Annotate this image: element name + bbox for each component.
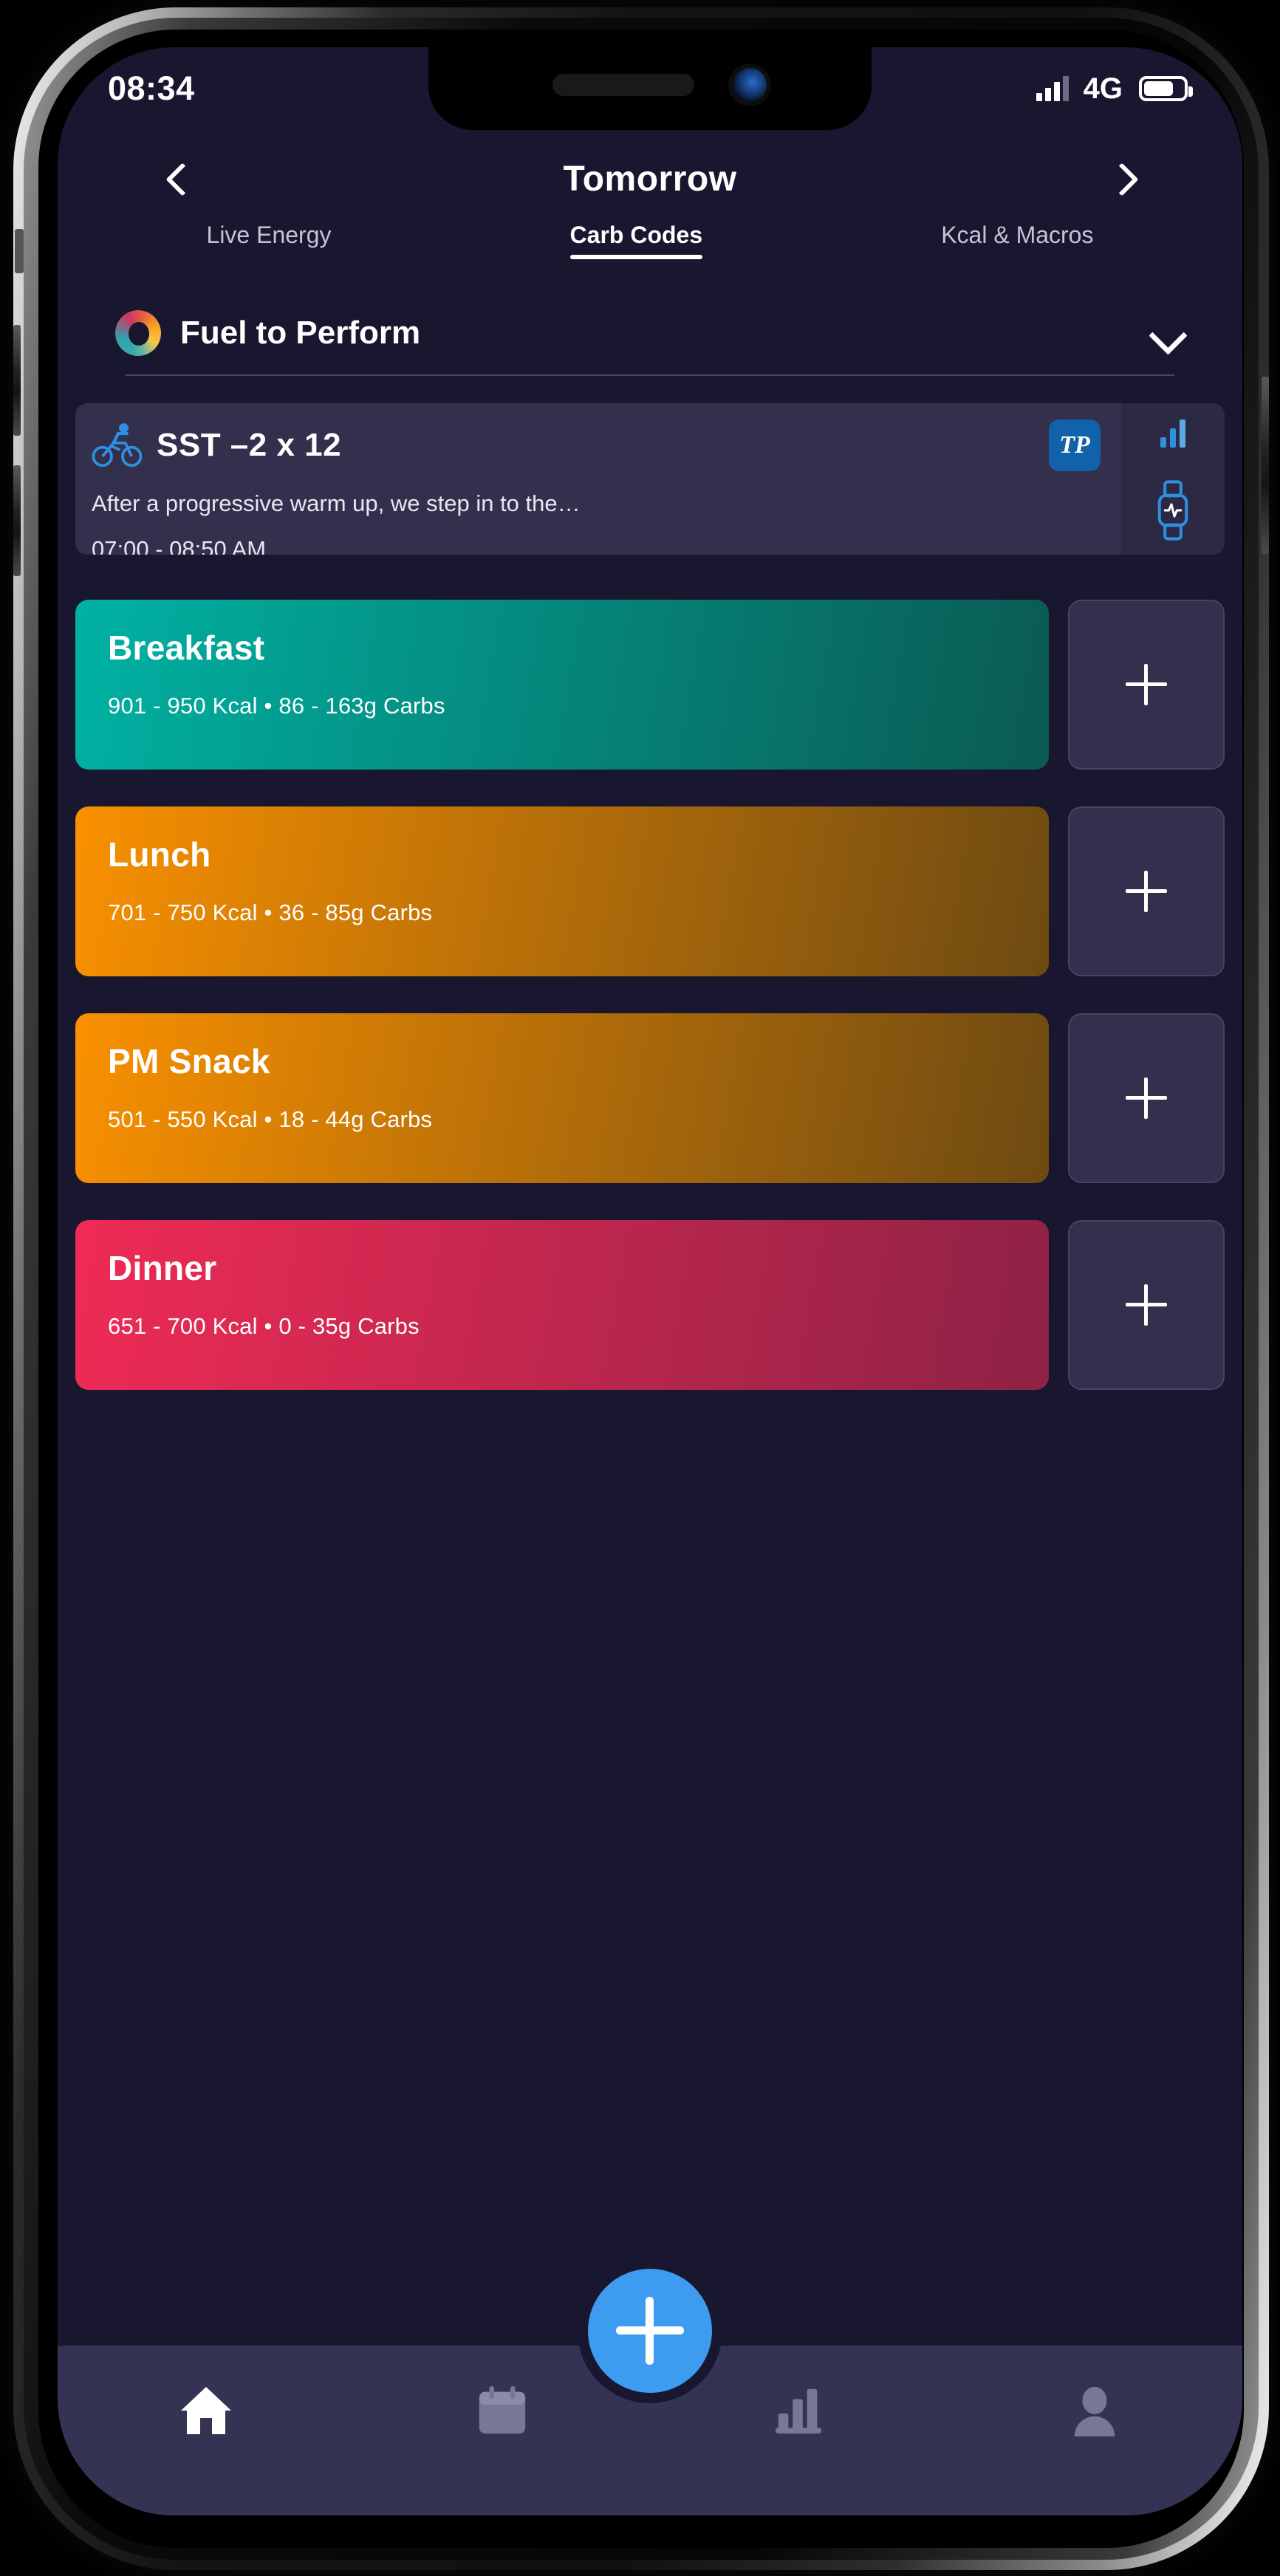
meal-stats: 501 - 550 Kcal • 18 - 44g Carbs: [108, 1106, 433, 1132]
workout-card[interactable]: SST –2 x 12 TP After a progressive warm …: [75, 403, 1225, 555]
add-breakfast-button[interactable]: [1068, 600, 1225, 770]
meal-stats: 651 - 700 Kcal • 0 - 35g Carbs: [108, 1313, 420, 1339]
training-peaks-badge[interactable]: TP: [1049, 419, 1101, 471]
bar-chart-icon[interactable]: [1160, 419, 1185, 448]
meal-card-pm-snack[interactable]: PM Snack 501 - 550 Kcal • 18 - 44g Carbs: [75, 1013, 1049, 1183]
cycling-icon: [92, 423, 143, 467]
home-icon: [180, 2387, 231, 2434]
nav-calendar[interactable]: [447, 2384, 558, 2437]
workout-title: SST –2 x 12: [157, 427, 342, 463]
date-navigation: Tomorrow: [58, 140, 1242, 217]
meal-stats: 701 - 750 Kcal • 36 - 85g Carbs: [108, 900, 433, 925]
phone-frame: 08:34 4G Tomorrow Live Energy Carb Codes…: [13, 7, 1269, 2570]
meal-row: Breakfast 901 - 950 Kcal • 86 - 163g Car…: [75, 600, 1225, 770]
workout-card-body: SST –2 x 12 TP After a progressive warm …: [75, 403, 1121, 555]
add-dinner-button[interactable]: [1068, 1220, 1225, 1390]
plus-icon: [616, 2297, 684, 2365]
meal-row: PM Snack 501 - 550 Kcal • 18 - 44g Carbs: [75, 1013, 1225, 1183]
tab-live-energy[interactable]: Live Energy: [207, 222, 332, 259]
nav-home[interactable]: [151, 2384, 261, 2437]
nav-profile[interactable]: [1039, 2384, 1150, 2437]
phone-screen: 08:34 4G Tomorrow Live Energy Carb Codes…: [58, 47, 1242, 2515]
meal-row: Lunch 701 - 750 Kcal • 36 - 85g Carbs: [75, 806, 1225, 976]
chevron-left-icon[interactable]: [165, 163, 196, 194]
volume-up-button[interactable]: [13, 325, 21, 436]
section-divider: [126, 374, 1174, 376]
volume-down-button[interactable]: [13, 465, 21, 576]
mute-switch-button[interactable]: [15, 229, 24, 273]
workout-card-actions: [1121, 403, 1225, 555]
plus-icon: [1126, 1284, 1167, 1326]
calendar-icon: [479, 2385, 525, 2434]
workout-header-row: SST –2 x 12 TP: [92, 419, 1101, 471]
profile-icon: [1074, 2386, 1115, 2437]
bar-chart-icon: [775, 2388, 821, 2434]
main-content: SST –2 x 12 TP After a progressive warm …: [58, 394, 1242, 2515]
earpiece-speaker-icon: [552, 74, 694, 96]
section-header[interactable]: Fuel to Perform: [58, 292, 1242, 374]
meal-row: Dinner 651 - 700 Kcal • 0 - 35g Carbs: [75, 1220, 1225, 1390]
nav-stats[interactable]: [743, 2384, 854, 2437]
battery-icon: [1139, 76, 1193, 101]
tab-bar: Live Energy Carb Codes Kcal & Macros: [58, 222, 1242, 281]
status-indicators: 4G: [1036, 72, 1193, 106]
front-camera-icon: [733, 68, 767, 102]
meal-card-breakfast[interactable]: Breakfast 901 - 950 Kcal • 86 - 163g Car…: [75, 600, 1049, 770]
plus-icon: [1126, 664, 1167, 705]
signal-strength-icon: [1036, 76, 1069, 101]
meal-card-lunch[interactable]: Lunch 701 - 750 Kcal • 36 - 85g Carbs: [75, 806, 1049, 976]
add-lunch-button[interactable]: [1068, 806, 1225, 976]
plus-icon: [1126, 871, 1167, 912]
power-button[interactable]: [1262, 377, 1269, 554]
meal-stats: 901 - 950 Kcal • 86 - 163g Carbs: [108, 693, 445, 719]
meal-name: Breakfast: [108, 628, 265, 667]
notch: [428, 47, 872, 130]
fuel-ring-logo-icon: [115, 310, 161, 356]
page-title: Tomorrow: [563, 159, 737, 199]
status-time: 08:34: [108, 69, 195, 107]
plus-icon: [1126, 1078, 1167, 1119]
workout-description: After a progressive warm up, we step in …: [92, 490, 581, 516]
tab-carb-codes[interactable]: Carb Codes: [569, 222, 702, 259]
section-title: Fuel to Perform: [180, 315, 421, 351]
meal-name: Lunch: [108, 835, 211, 874]
add-pm-snack-button[interactable]: [1068, 1013, 1225, 1183]
meal-card-dinner[interactable]: Dinner 651 - 700 Kcal • 0 - 35g Carbs: [75, 1220, 1049, 1390]
chevron-down-icon[interactable]: [1151, 322, 1185, 344]
tab-kcal-macros[interactable]: Kcal & Macros: [941, 222, 1093, 259]
watch-heartrate-icon[interactable]: [1156, 480, 1190, 541]
meal-name: PM Snack: [108, 1042, 270, 1080]
chevron-right-icon[interactable]: [1104, 163, 1135, 194]
meal-name: Dinner: [108, 1249, 217, 1287]
add-entry-fab[interactable]: [578, 2258, 722, 2403]
workout-time-range: 07:00 - 08:50 AM: [92, 536, 267, 555]
network-type-label: 4G: [1083, 72, 1123, 105]
